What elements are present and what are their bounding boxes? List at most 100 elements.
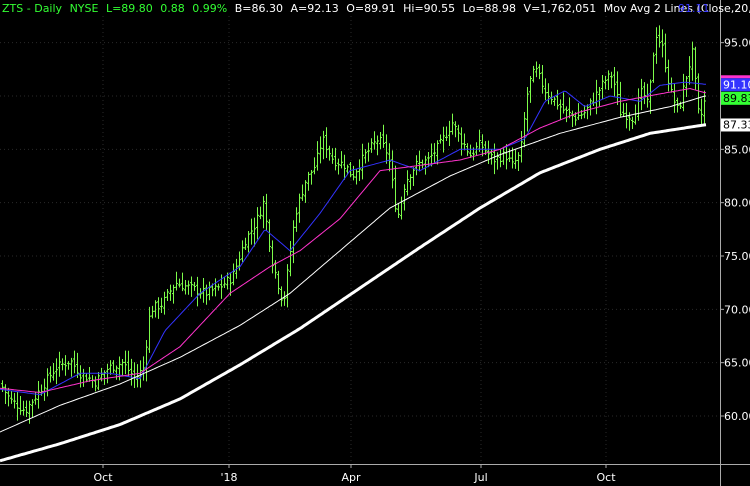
ohlc-bar [166,288,169,302]
ohlc-bar [205,284,208,305]
ohlc-bar [373,131,376,150]
ohlc-bar [289,240,292,277]
ohlc-bar [451,113,454,135]
ohlc-bar [88,366,91,382]
ohlc-bar [493,143,496,175]
ohlc-bar [538,64,541,80]
ohlc-bar [598,87,601,107]
ohlc-bar [193,282,196,291]
y-tick-label: 95.00 [724,37,750,50]
x-tick-label: Oct [93,471,113,484]
ohlc-bar [523,111,526,148]
ohlc-bar [19,396,22,415]
ohlc-bar [577,103,580,121]
x-tick-label: '18 [220,471,237,484]
ohlc-bar [340,151,343,169]
ohlc-bar [292,220,295,264]
ohlc-bar [127,350,130,378]
ohlc-bar [151,305,154,319]
ohlc-bar [169,284,172,301]
ohlc-bar [217,283,220,291]
ohlc-bar [556,89,559,110]
ohlc-bar [613,66,616,97]
ohlc-bar [247,230,250,253]
ohlc-bar [25,400,28,418]
ohlc-bar [322,130,325,160]
stock-chart: 95.0090.0085.0080.0075.0070.0065.0060.00… [0,0,750,486]
ohlc-bar [499,149,502,168]
price-bars [1,25,706,424]
ma200-price-tag-label: 87.33 [723,118,750,131]
ohlc-bar [337,158,340,175]
ohlc-bar [115,365,118,380]
ma-line-ma50 [0,87,707,394]
ohlc-bar [133,362,136,388]
header-bid: B=86.30 [235,2,283,15]
header-open: O=89.91 [346,2,395,15]
ohlc-bar [445,126,448,142]
ohlc-bar [58,351,61,377]
x-tick-label: Jul [473,471,487,484]
ohlc-bar [46,368,49,397]
ohlc-bar [616,71,619,105]
ohlc-bar [184,280,187,295]
y-tick-label: 85.00 [724,143,750,156]
header-exchange: NYSE [70,2,99,15]
y-tick-label: 75.00 [724,250,750,263]
ohlc-bar [700,98,703,125]
price-axis: 95.0090.0085.0080.0075.0070.0065.0060.00 [0,0,750,486]
ohlc-bar [667,59,670,92]
ohlc-bar [364,149,367,164]
ohlc-bar [277,270,280,295]
ohlc-bar [691,41,694,81]
ohlc-bar [307,171,310,191]
ohlc-bar [13,392,16,409]
ohlc-bar [595,79,598,115]
ohlc-bar [370,138,373,153]
ohlc-bar [670,77,673,93]
ohlc-bar [295,207,298,232]
ohlc-bar [418,150,421,172]
ohlc-bar [607,70,610,90]
time-axis: Oct '18 Apr Jul Oct [93,464,616,484]
ohlc-bar [325,127,328,159]
ohlc-bar [160,297,163,313]
ohlc-bar [343,154,346,180]
ohlc-bar [142,356,145,381]
y-tick-label: 70.00 [724,303,750,316]
ohlc-bar [532,65,535,83]
header-ask: A=92.13 [291,2,339,15]
ohlc-bar [604,75,607,90]
ohlc-bar [406,170,409,196]
ohlc-bar [214,278,217,297]
ohlc-bar [145,340,148,382]
ohlc-bar [565,106,568,123]
ohlc-bar [583,105,586,119]
ohlc-bar [505,144,508,170]
ohlc-bar [49,366,52,383]
ohlc-bar [259,206,262,220]
ohlc-bar [112,360,115,374]
ohlc-bar [268,219,271,253]
ohlc-bar [463,133,466,151]
ohlc-bar [355,168,358,185]
ohlc-bar [67,361,70,370]
ohlc-bar [697,73,700,114]
ohlc-bar [637,88,640,121]
ohlc-bar [559,99,562,120]
ohlc-bar [61,358,64,371]
ohlc-bar [412,167,415,186]
ohlc-bar [568,97,571,119]
ohlc-bar [358,159,361,181]
header-change-pct: 0.99% [192,2,227,15]
ohlc-bar [241,240,244,262]
svg-text:ZTS - Daily: ZTS - Daily NYSE L=89.80 0.88 0.99% B=86… [2,2,750,15]
ohlc-bar [244,237,247,251]
ohlc-bar [553,96,556,106]
ohlc-bar [547,83,550,105]
ohlc-bar [28,400,31,424]
ohlc-bar [319,136,322,164]
ohlc-bar [571,110,574,127]
ohlc-bar [250,218,253,245]
ohlc-bar [388,143,391,172]
